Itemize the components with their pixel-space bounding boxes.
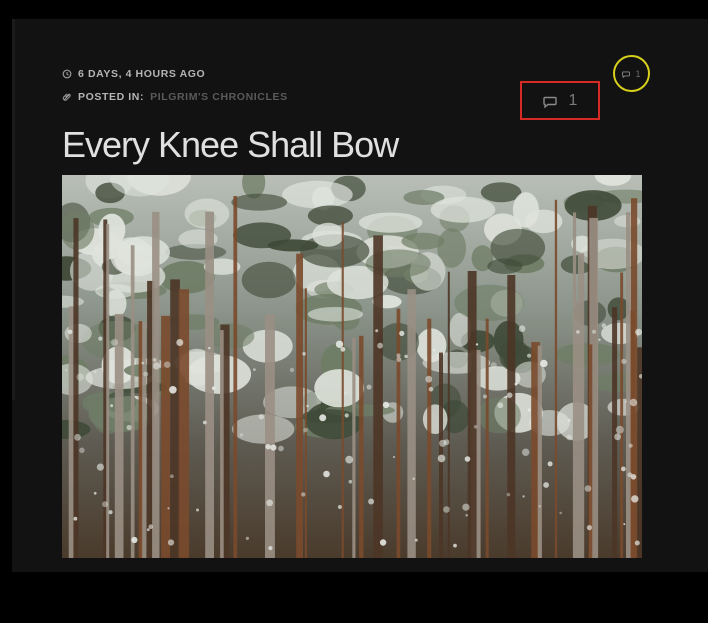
category-link[interactable]: PILGRIM'S CHRONICLES [150, 91, 288, 103]
post-title[interactable]: Every Knee Shall Bow [62, 124, 399, 166]
comment-count-button[interactable]: 1 [520, 81, 600, 120]
comment-count: 1 [568, 91, 578, 109]
posted-in-label: POSTED IN: [78, 91, 145, 103]
clock-icon [62, 69, 72, 79]
forest-illustration [62, 175, 642, 558]
post-featured-image[interactable] [62, 175, 642, 558]
comment-count-small: 1 [635, 68, 641, 79]
post-date-text: 6 DAYS, 4 HOURS AGO [78, 68, 206, 80]
tag-icon [62, 92, 72, 102]
panel-edge [12, 19, 15, 400]
speech-bubble-icon [622, 70, 631, 79]
post-date: 6 DAYS, 4 HOURS AGO [62, 68, 205, 80]
speech-bubble-icon [542, 95, 557, 108]
post-category: POSTED IN: PILGRIM'S CHRONICLES [62, 91, 288, 103]
comment-count-small-button[interactable]: 1 [613, 55, 650, 92]
